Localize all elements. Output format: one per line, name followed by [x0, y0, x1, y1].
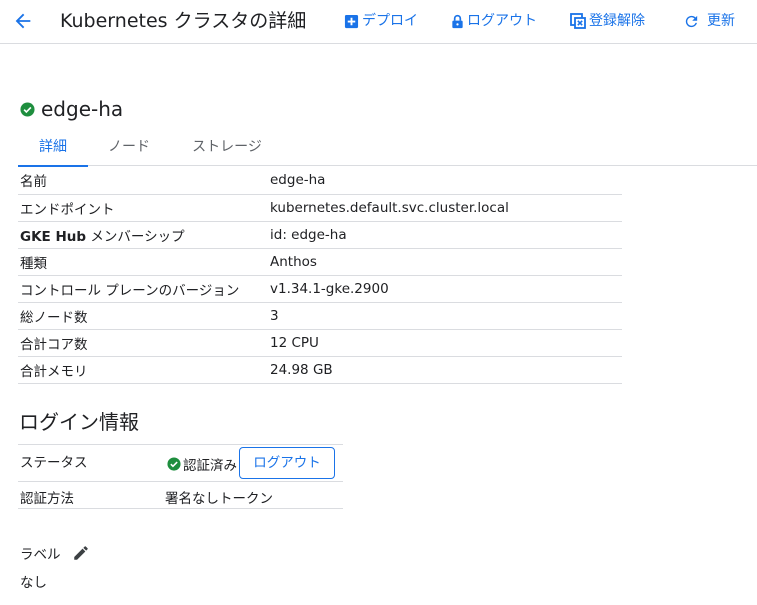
detail-key-nodes: 総ノード数: [18, 302, 270, 330]
add-box-icon: [344, 14, 359, 28]
detail-value-name: edge-ha: [270, 167, 622, 195]
check-circle-icon: [20, 101, 35, 117]
tab-nodes[interactable]: ノード: [90, 132, 168, 166]
detail-key-endpoint: エンドポイント: [18, 194, 270, 222]
detail-value-endpoint: kubernetes.default.svc.cluster.local: [270, 194, 622, 222]
page-header: Kubernetes クラスタの詳細 デプロイ ログアウト 登録解除 更新: [0, 0, 757, 44]
back-arrow-icon[interactable]: [12, 10, 34, 32]
table-row: コントロール プレーンのバージョン v1.34.1-gke.2900: [18, 275, 622, 303]
login-section-title: ログイン情報: [19, 410, 139, 434]
detail-key-memory: 合計メモリ: [18, 356, 270, 384]
labels-value: なし: [20, 575, 47, 591]
edit-pencil-icon[interactable]: [72, 544, 90, 562]
status-value: 認証済み: [183, 458, 237, 474]
page-title: Kubernetes クラスタの詳細: [60, 10, 307, 32]
detail-value-version: v1.34.1-gke.2900: [270, 275, 622, 303]
logout-button[interactable]: ログアウト: [239, 447, 335, 479]
unregister-icon: [570, 13, 586, 29]
login-table: ステータス 認証済み ログアウト 認証方法 署名なしトークン: [18, 444, 343, 509]
table-row: 種類 Anthos: [18, 248, 622, 276]
detail-value-cores: 12 CPU: [270, 329, 622, 357]
labels-header: ラベル: [20, 543, 90, 563]
refresh-icon: [685, 15, 698, 27]
login-status-row: ステータス 認証済み ログアウト: [18, 445, 343, 482]
gke-hub-label: GKE Hub: [20, 228, 87, 245]
table-row: 総ノード数 3: [18, 302, 622, 330]
check-circle-icon: [167, 457, 181, 471]
deploy-button[interactable]: デプロイ: [344, 12, 418, 30]
header-logout-button[interactable]: ログアウト: [451, 12, 537, 30]
deploy-label: デプロイ: [362, 13, 418, 29]
detail-key-gke-hub: GKE Hub メンバーシップ: [18, 221, 270, 249]
status-badge: 認証済み: [167, 454, 237, 474]
auth-method-value: 署名なしトークン: [165, 491, 273, 507]
cluster-heading: edge-ha: [20, 97, 123, 121]
tab-details[interactable]: 詳細: [18, 132, 88, 167]
lock-icon: [452, 14, 463, 28]
auth-method-label: 認証方法: [20, 491, 74, 507]
table-row: 合計メモリ 24.98 GB: [18, 356, 622, 384]
tab-bar: 詳細 ノード ストレージ: [18, 132, 757, 167]
details-table: 名前 edge-ha エンドポイント kubernetes.default.sv…: [18, 167, 622, 384]
detail-value-nodes: 3: [270, 302, 622, 330]
table-row: GKE Hub メンバーシップ id: edge-ha: [18, 221, 622, 249]
status-label: ステータス: [20, 455, 88, 471]
detail-key-version: コントロール プレーンのバージョン: [18, 275, 270, 303]
detail-key-name: 名前: [18, 167, 270, 195]
detail-value-memory: 24.98 GB: [270, 356, 622, 384]
unregister-button[interactable]: 登録解除: [570, 12, 645, 30]
membership-label: メンバーシップ: [86, 228, 185, 245]
labels-title: ラベル: [20, 547, 61, 563]
refresh-button[interactable]: 更新: [683, 12, 735, 30]
unregister-label: 登録解除: [589, 13, 645, 29]
detail-key-type: 種類: [18, 248, 270, 276]
tab-storage[interactable]: ストレージ: [171, 132, 283, 166]
table-row: 合計コア数 12 CPU: [18, 329, 622, 357]
table-row: エンドポイント kubernetes.default.svc.cluster.l…: [18, 194, 622, 222]
table-row: 名前 edge-ha: [18, 167, 622, 195]
header-logout-label: ログアウト: [467, 13, 537, 29]
detail-value-gke-hub: id: edge-ha: [270, 221, 622, 249]
refresh-label: 更新: [707, 13, 735, 29]
detail-value-type: Anthos: [270, 248, 622, 276]
detail-key-cores: 合計コア数: [18, 329, 270, 357]
login-auth-row: 認証方法 署名なしトークン: [18, 482, 343, 509]
cluster-name: edge-ha: [41, 97, 124, 121]
